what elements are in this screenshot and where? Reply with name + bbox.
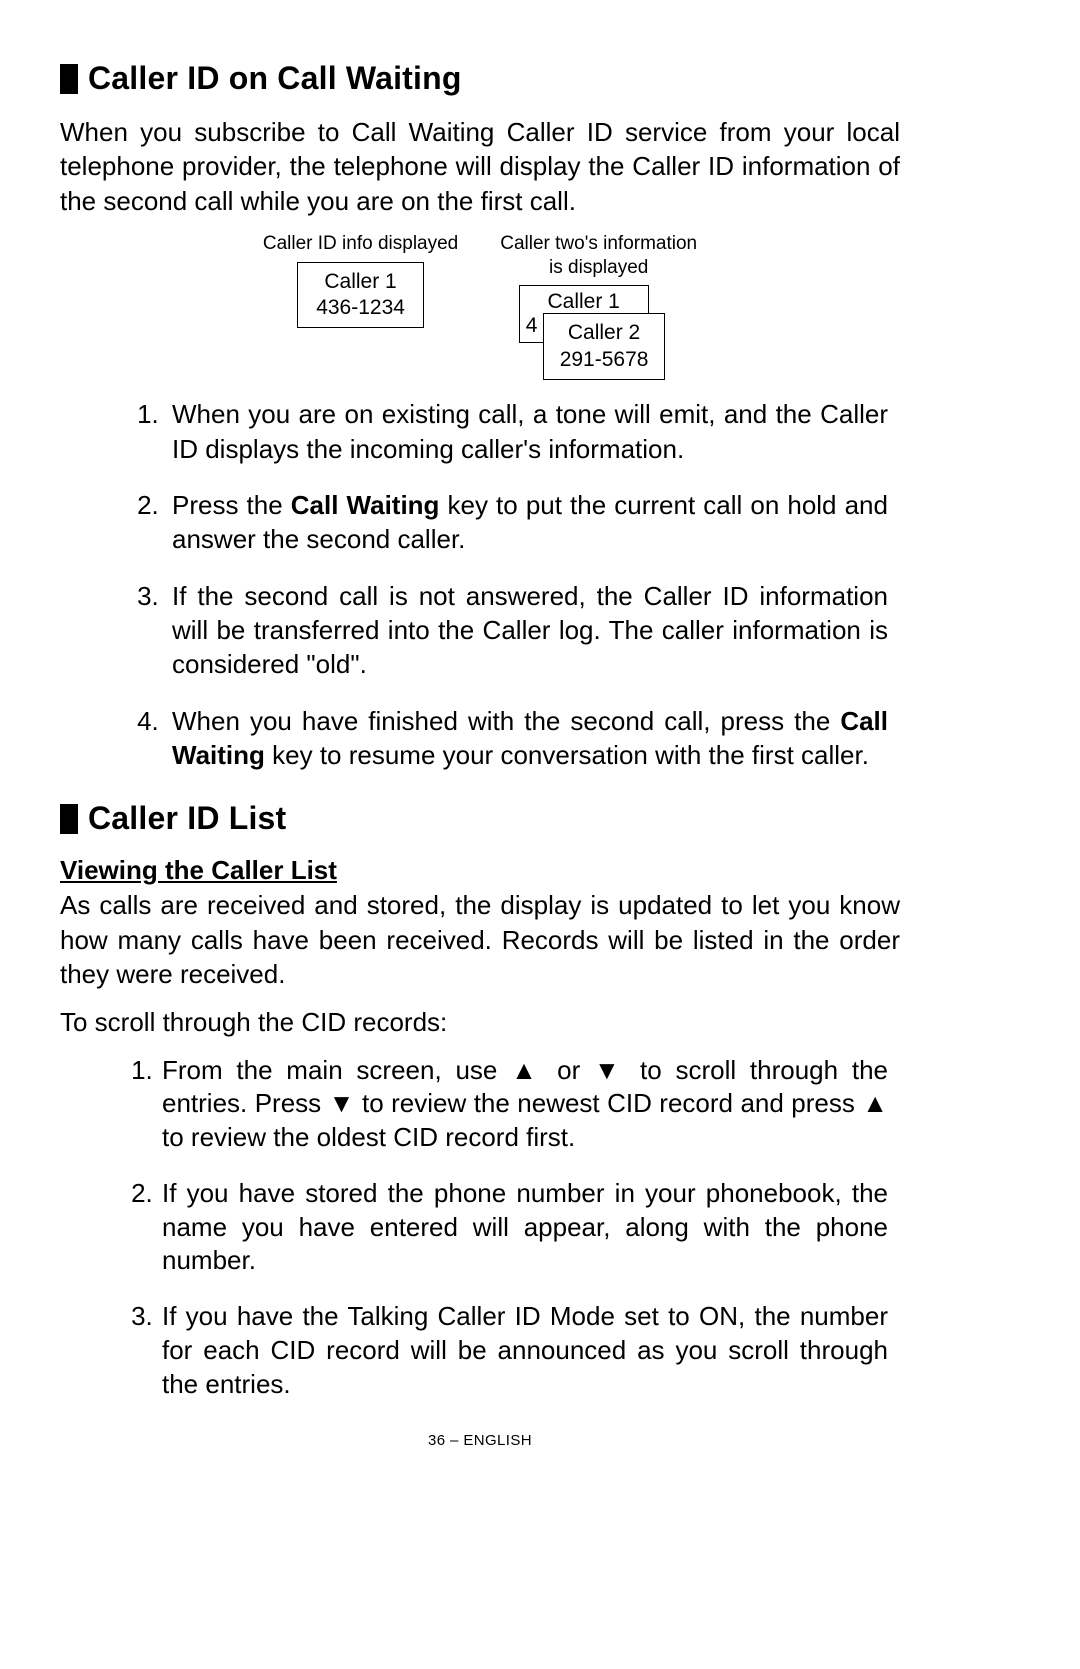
step2-1: From the main screen, use ▲ or ▼ to scro… [160, 1054, 888, 1155]
step-2: Press the Call Waiting key to put the cu… [166, 488, 888, 557]
triangle-down-icon: ▼ [329, 1088, 355, 1118]
figure-2-front-box: Caller 2 291-5678 [543, 313, 666, 380]
figure-2: Caller two's information is displayed Ca… [500, 232, 697, 376]
section-heading-caller-id-list: Caller ID List [60, 800, 900, 837]
fig2-front-line1: Caller 2 [560, 320, 649, 346]
figure-2-caption: Caller two's information is displayed [500, 232, 697, 280]
step2-2: If you have stored the phone number in y… [160, 1177, 888, 1278]
fig1-line2: 436-1234 [316, 295, 405, 321]
heading-bullet-icon [60, 804, 78, 834]
heading-text: Caller ID on Call Waiting [88, 60, 462, 97]
heading-bullet-icon [60, 64, 78, 94]
bold-call-waiting: Call Waiting [291, 490, 440, 520]
figure-2-stack: Caller 1 4 Caller 2 291-5678 [519, 285, 679, 375]
step2-3: If you have the Talking Caller ID Mode s… [160, 1300, 888, 1401]
scroll-intro: To scroll through the CID records: [60, 1005, 900, 1039]
triangle-up-icon: ▲ [511, 1055, 543, 1085]
triangle-down-icon: ▼ [594, 1055, 626, 1085]
fig2-front-line2: 291-5678 [560, 347, 649, 373]
figure-1-box: Caller 1 436-1234 [297, 262, 424, 329]
triangle-up-icon: ▲ [862, 1088, 888, 1118]
page-footer: 36 – ENGLISH [60, 1432, 900, 1449]
intro-paragraph: When you subscribe to Call Waiting Calle… [60, 115, 900, 218]
step-1: When you are on existing call, a tone wi… [166, 397, 888, 466]
heading-text: Caller ID List [88, 800, 286, 837]
steps-list-2: From the main screen, use ▲ or ▼ to scro… [100, 1054, 888, 1402]
figure-1-caption: Caller ID info displayed [263, 232, 458, 256]
steps-list-1: When you are on existing call, a tone wi… [96, 397, 888, 772]
step-3: If the second call is not answered, the … [166, 579, 888, 682]
caller-list-paragraph: As calls are received and stored, the di… [60, 888, 900, 991]
fig1-line1: Caller 1 [316, 269, 405, 295]
fig2-back-line1: Caller 1 [520, 290, 648, 314]
section-heading-caller-id-call-waiting: Caller ID on Call Waiting [60, 60, 900, 97]
step-4: When you have finished with the second c… [166, 704, 888, 773]
figure-row: Caller ID info displayed Caller 1 436-12… [60, 232, 900, 376]
figure-1: Caller ID info displayed Caller 1 436-12… [263, 232, 458, 376]
subheading-viewing-caller-list: Viewing the Caller List [60, 855, 900, 886]
